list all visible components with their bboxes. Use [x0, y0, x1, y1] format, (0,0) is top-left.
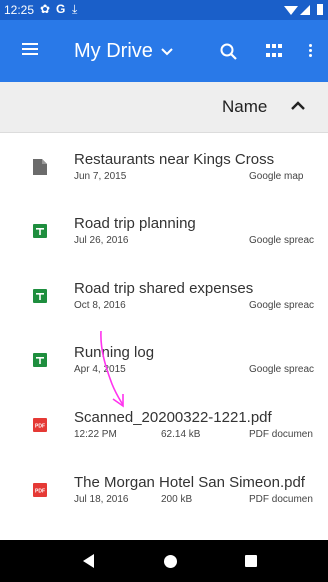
- file-date: Jul 18, 2016: [74, 494, 129, 505]
- home-icon[interactable]: [164, 555, 177, 568]
- file-name: Running log: [74, 344, 155, 361]
- gear-icon: ✿: [40, 2, 51, 16]
- chevron-down-icon[interactable]: [160, 44, 174, 58]
- file-date: Jun 7, 2015: [74, 171, 127, 182]
- status-time: 12:25: [4, 3, 35, 17]
- pdf-icon: PDF: [33, 483, 47, 497]
- file-date: 12:22 PM: [74, 429, 117, 440]
- file-name: Road trip planning: [74, 215, 196, 232]
- file-date: Apr 4, 2015: [74, 364, 126, 375]
- file-name: Restaurants near Kings Cross: [74, 151, 275, 168]
- file-name: Scanned_20200322-1221.pdf: [74, 409, 272, 426]
- sort-bar[interactable]: Name: [0, 82, 328, 133]
- search-icon[interactable]: [219, 42, 239, 62]
- app-bar: My Drive: [0, 20, 328, 82]
- file-type: Google spreac: [249, 300, 315, 311]
- file-row-road-trip-planning[interactable]: Road trip planning Jul 26, 2016 Google s…: [0, 215, 328, 275]
- file-type: Google spreac: [249, 364, 315, 375]
- sheets-icon: [33, 353, 47, 367]
- svg-text:PDF: PDF: [35, 489, 45, 495]
- recents-icon[interactable]: [245, 555, 257, 567]
- sort-arrow-up-icon[interactable]: [290, 98, 306, 114]
- sheets-icon: [33, 224, 47, 238]
- file-size: 62.14 kB: [161, 429, 201, 440]
- grid-view-icon[interactable]: [266, 44, 282, 60]
- file-row-morgan-hotel-pdf[interactable]: PDF The Morgan Hotel San Simeon.pdf Jul …: [0, 474, 328, 534]
- wifi-icon: [284, 6, 298, 15]
- nav-bar: [0, 540, 328, 582]
- file-type: Google spreac: [249, 235, 315, 246]
- file-date: Oct 8, 2016: [74, 300, 126, 311]
- sort-label[interactable]: Name: [222, 97, 267, 117]
- sheets-icon: [33, 289, 47, 303]
- file-name: The Morgan Hotel San Simeon.pdf: [74, 474, 305, 491]
- file-size: 200 kB: [161, 494, 193, 505]
- file-row-road-trip-shared-expenses[interactable]: Road trip shared expenses Oct 8, 2016 Go…: [0, 280, 328, 340]
- page-title[interactable]: My Drive: [74, 40, 153, 63]
- file-type: Google map: [249, 171, 304, 182]
- file-row-restaurants[interactable]: Restaurants near Kings Cross Jun 7, 2015…: [0, 151, 328, 211]
- battery-icon: [317, 4, 323, 15]
- download-icon: ⤓: [72, 2, 78, 16]
- status-bar: 12:25 ✿ G ⤓: [0, 0, 328, 20]
- file-type: PDF documen: [249, 494, 313, 505]
- file-row-running-log[interactable]: Running log Apr 4, 2015 Google spreac: [0, 344, 328, 404]
- file-name: Road trip shared expenses: [74, 280, 254, 297]
- file-date: Jul 26, 2016: [74, 235, 129, 246]
- file-icon: [33, 159, 47, 175]
- back-icon[interactable]: [83, 554, 94, 568]
- signal-icon: [300, 5, 310, 15]
- more-options-icon[interactable]: [307, 42, 313, 62]
- google-g-icon: G: [56, 2, 66, 16]
- file-row-scanned-pdf[interactable]: PDF Scanned_20200322-1221.pdf 12:22 PM 6…: [0, 409, 328, 469]
- menu-icon[interactable]: [22, 40, 40, 62]
- pdf-icon: PDF: [33, 418, 47, 432]
- svg-text:PDF: PDF: [35, 424, 45, 430]
- file-type: PDF documen: [249, 429, 313, 440]
